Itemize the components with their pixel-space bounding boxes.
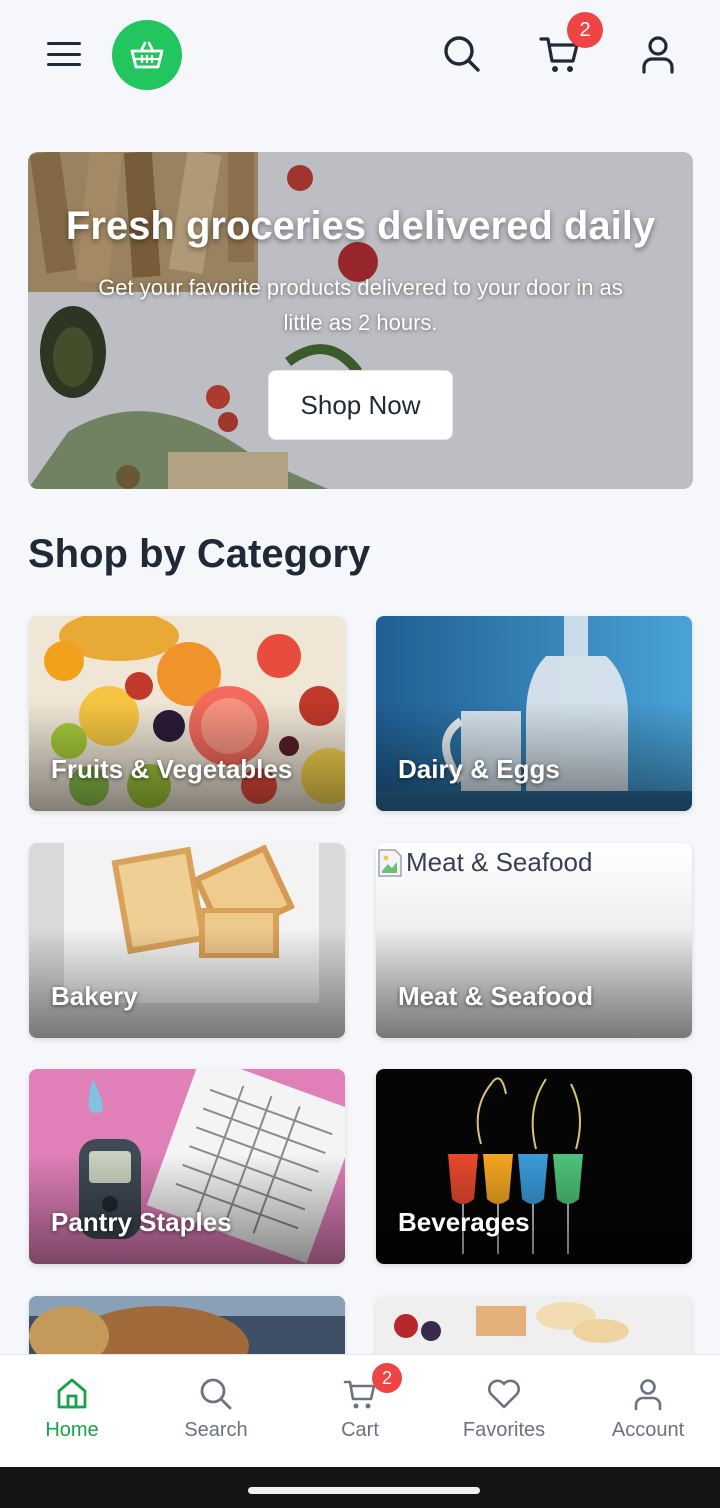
category-label: Bakery	[51, 981, 138, 1011]
category-label: Dairy & Eggs	[398, 754, 560, 784]
category-card-meat-seafood[interactable]: Meat & Seafood Meat & Seafood	[376, 843, 692, 1038]
nav-search[interactable]: Search	[144, 1355, 288, 1467]
nav-favorites[interactable]: Favorites	[432, 1355, 576, 1467]
category-card-beverages[interactable]: Beverages	[376, 1069, 692, 1264]
category-card-fruits-vegetables[interactable]: Fruits & Vegetables	[29, 616, 345, 811]
category-card-dairy-eggs[interactable]: Dairy & Eggs	[376, 616, 692, 811]
nav-label: Home	[45, 1419, 99, 1441]
shop-now-button[interactable]: Shop Now	[268, 370, 453, 440]
cart-count-badge: 2	[372, 1363, 402, 1393]
hero-title: Fresh groceries delivered daily	[65, 204, 656, 248]
broken-image-alt-text: Meat & Seafood	[406, 847, 593, 877]
hero-banner: Fresh groceries delivered daily Get your…	[28, 152, 693, 489]
home-icon	[57, 1378, 87, 1409]
search-icon[interactable]	[440, 32, 484, 76]
nav-cart[interactable]: 2 Cart	[288, 1355, 432, 1467]
cart-count-badge: 2	[567, 12, 603, 48]
home-gesture-handle[interactable]	[248, 1487, 480, 1494]
search-icon	[200, 1378, 232, 1410]
nav-label: Search	[184, 1419, 248, 1441]
category-label: Meat & Seafood	[398, 981, 594, 1011]
hero-subtitle: Get your favorite products delivered to …	[98, 275, 623, 335]
category-label: Beverages	[398, 1207, 530, 1237]
broken-image: Meat & Seafood	[378, 847, 592, 878]
category-label: Fruits & Vegetables	[51, 754, 293, 784]
category-card-pantry-staples[interactable]: Pantry Staples	[29, 1069, 345, 1264]
user-icon[interactable]	[636, 32, 680, 76]
nav-label: Cart	[341, 1419, 379, 1441]
nav-account[interactable]: Account	[576, 1355, 720, 1467]
bottom-navigation: Home Search 2 Cart Favorites Account	[0, 1354, 720, 1467]
category-label: Pantry Staples	[51, 1207, 232, 1237]
system-navigation-bar	[0, 1467, 720, 1508]
menu-icon[interactable]	[44, 36, 84, 72]
heart-icon	[488, 1379, 520, 1409]
user-icon	[634, 1379, 662, 1411]
nav-label: Favorites	[462, 1419, 546, 1441]
nav-home[interactable]: Home	[0, 1355, 144, 1467]
section-title: Shop by Category	[28, 532, 371, 576]
category-card-bakery[interactable]: Bakery	[29, 843, 345, 1038]
nav-label: Account	[611, 1419, 685, 1441]
basket-icon[interactable]	[112, 20, 182, 90]
broken-image-icon	[378, 848, 402, 877]
top-app-bar: 2	[0, 0, 720, 112]
